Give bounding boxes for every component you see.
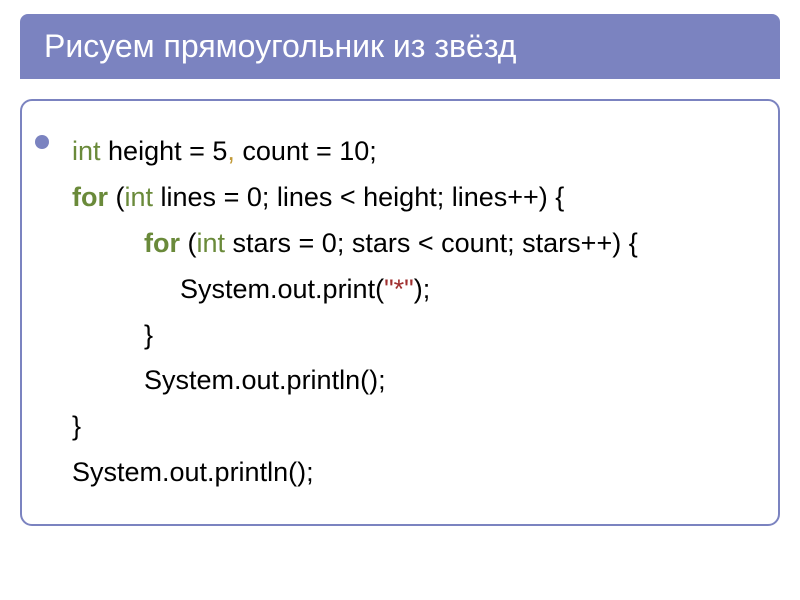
code-text: count = 10; bbox=[235, 136, 377, 166]
code-box: int height = 5, count = 10; for (int lin… bbox=[20, 99, 780, 526]
bullet-icon bbox=[35, 135, 49, 149]
keyword-int: int bbox=[125, 182, 154, 212]
code-line-7: } bbox=[72, 404, 738, 450]
keyword-int: int bbox=[72, 136, 101, 166]
code-text: System.out.println(); bbox=[72, 457, 314, 487]
code-line-4: System.out.print("*"); bbox=[72, 267, 738, 313]
code-line-8: System.out.println(); bbox=[72, 450, 738, 496]
keyword-int: int bbox=[197, 228, 226, 258]
code-line-6: System.out.println(); bbox=[72, 358, 738, 404]
title-bar: Рисуем прямоугольник из звёзд bbox=[20, 14, 780, 79]
code-text: } bbox=[72, 411, 81, 441]
code-text: System.out.println(); bbox=[144, 365, 386, 395]
code-text: ( bbox=[180, 228, 197, 258]
keyword-for: for bbox=[72, 182, 108, 212]
keyword-for: for bbox=[144, 228, 180, 258]
code-text: ); bbox=[414, 274, 431, 304]
code-text: } bbox=[144, 320, 153, 350]
code-text: stars = 0; stars < count; stars++) { bbox=[225, 228, 638, 258]
string-literal: "*" bbox=[384, 274, 414, 304]
code-text: ( bbox=[108, 182, 125, 212]
code-line-2: for (int lines = 0; lines < height; line… bbox=[72, 175, 738, 221]
code-line-3: for (int stars = 0; stars < count; stars… bbox=[72, 221, 738, 267]
slide-title: Рисуем прямоугольник из звёзд bbox=[44, 28, 756, 65]
slide: Рисуем прямоугольник из звёзд int height… bbox=[0, 0, 800, 600]
code-line-5: } bbox=[72, 313, 738, 359]
code-text: height = 5 bbox=[101, 136, 228, 166]
comma: , bbox=[227, 136, 235, 166]
code-text: System.out.print( bbox=[180, 274, 384, 304]
code-text: lines = 0; lines < height; lines++) { bbox=[153, 182, 564, 212]
code-line-1: int height = 5, count = 10; bbox=[72, 129, 738, 175]
